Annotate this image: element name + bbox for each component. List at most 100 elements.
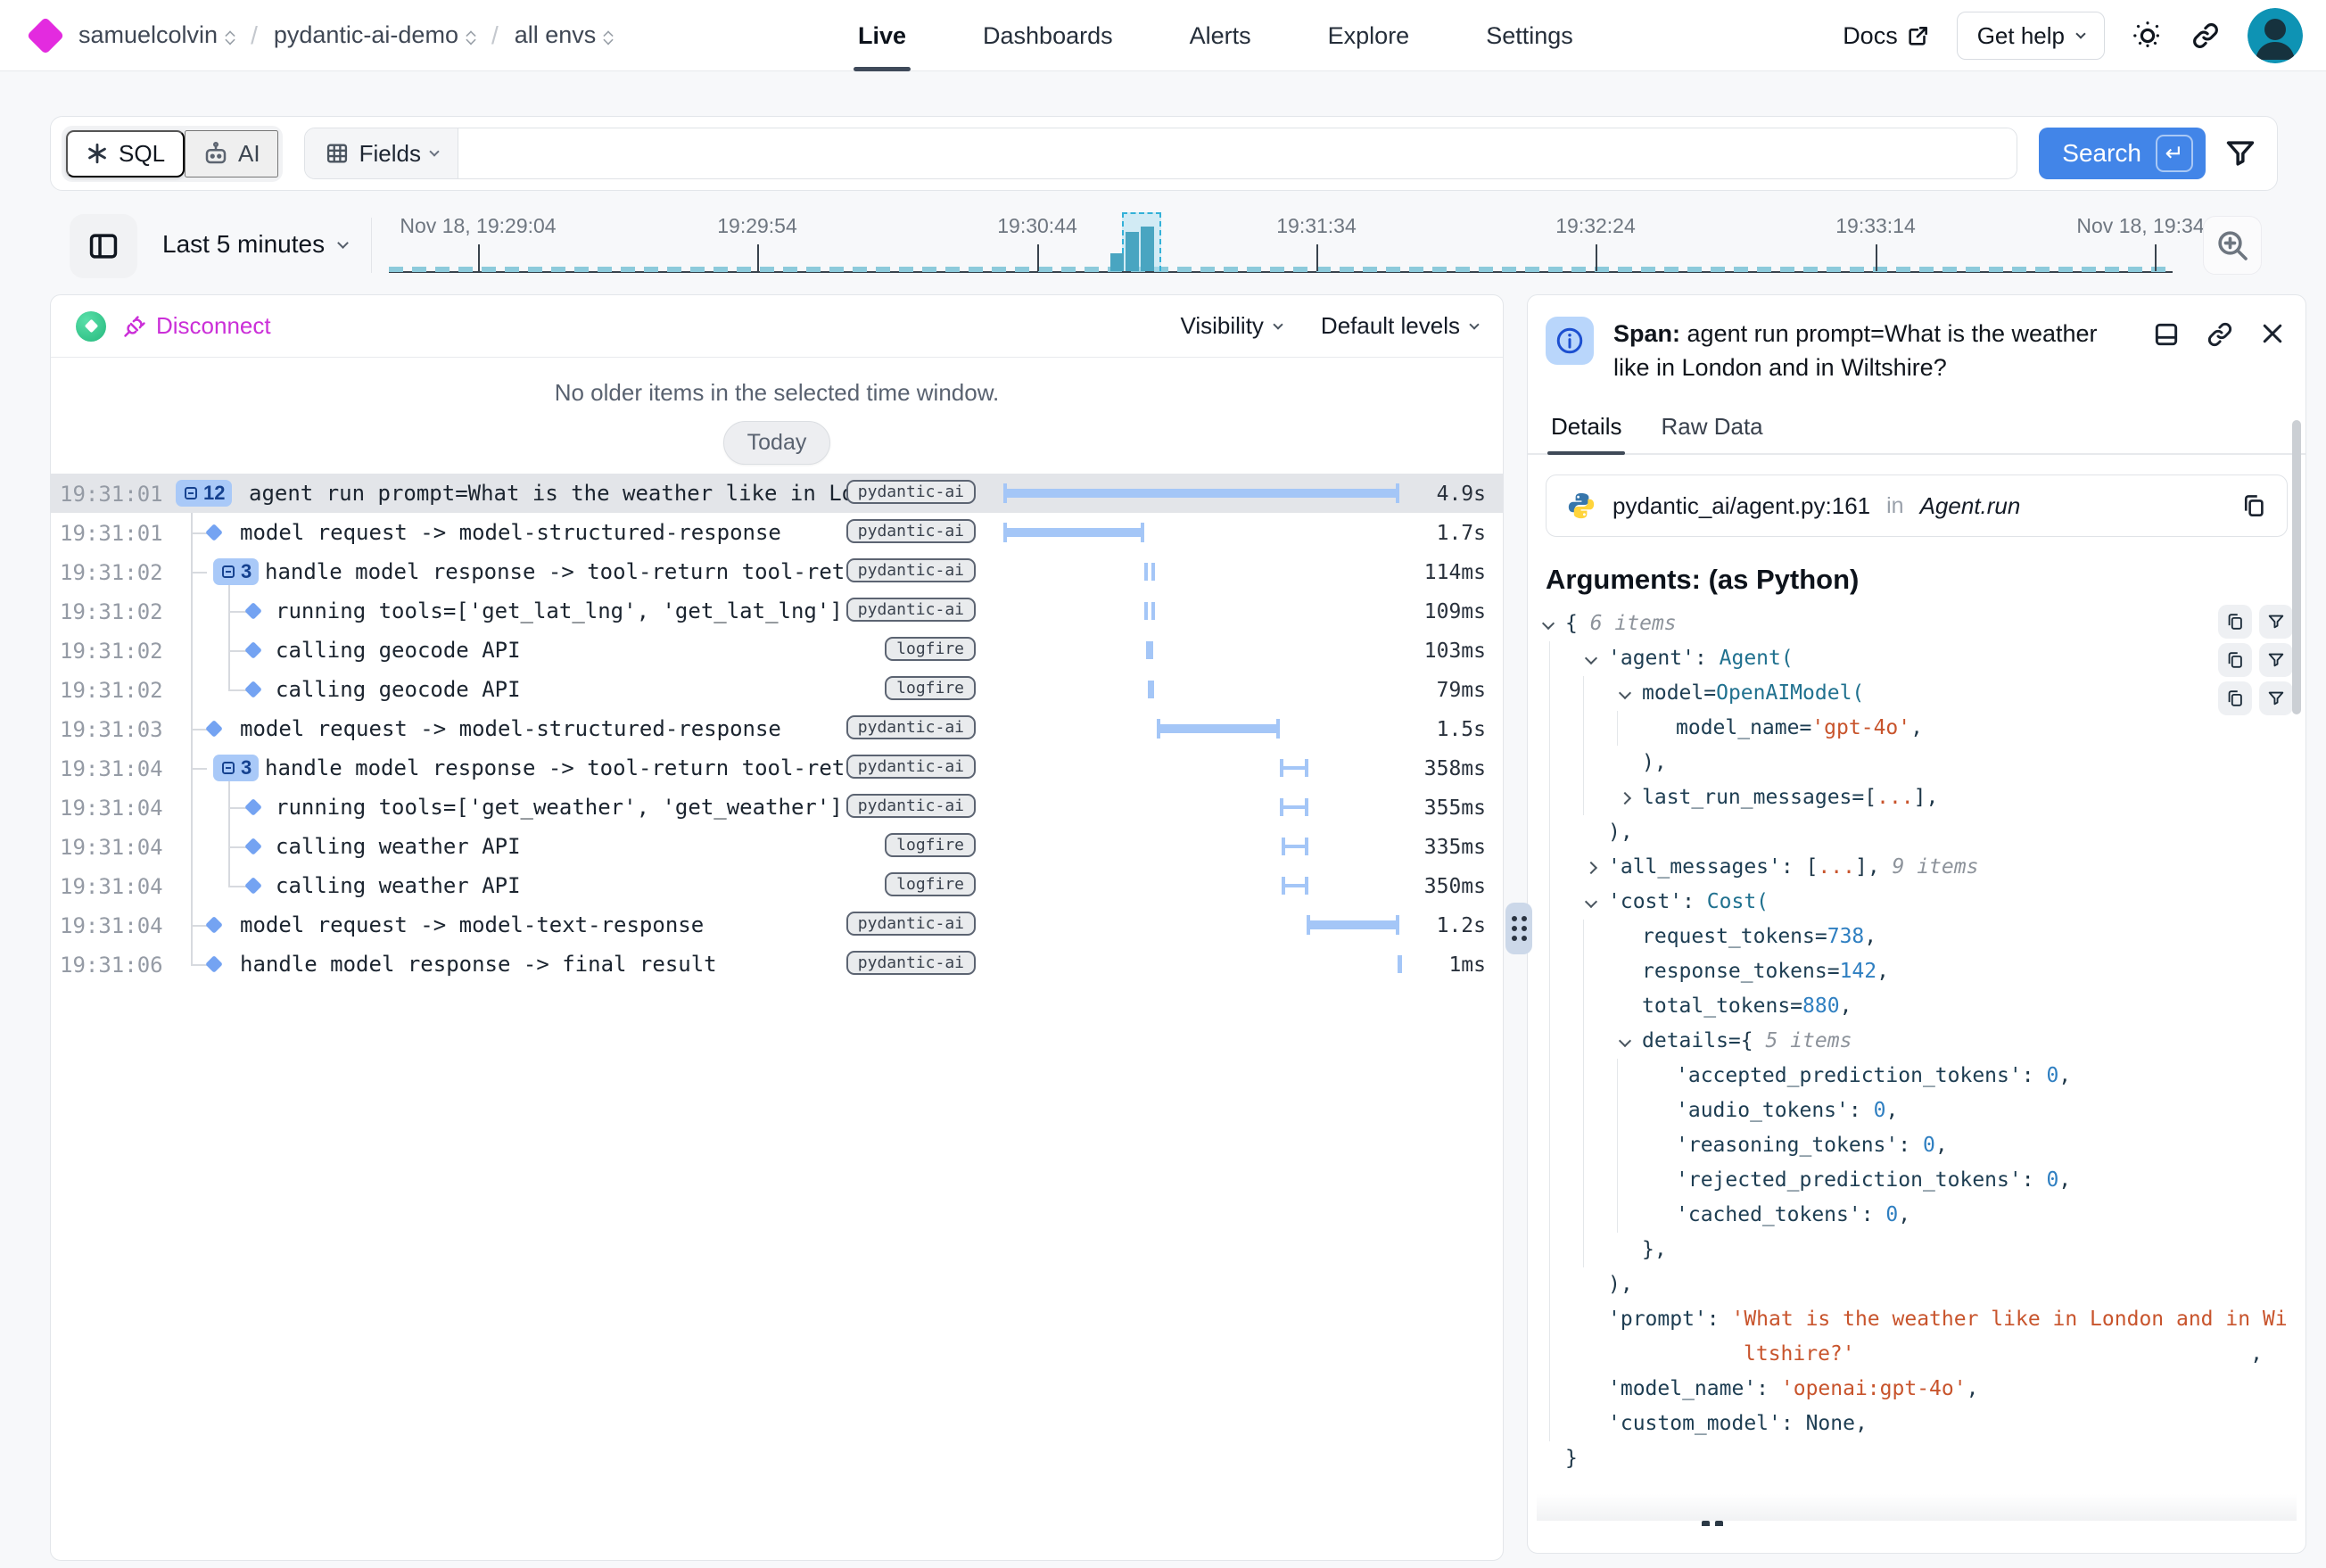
panel-resize-handle[interactable] bbox=[1505, 903, 1532, 954]
trace-row[interactable]: 19:31:02running tools=['get_lat_lng', 'g… bbox=[51, 591, 1503, 631]
scope-tag: logfire bbox=[885, 637, 976, 661]
span-label: calling weather API bbox=[276, 834, 879, 859]
filter-button[interactable] bbox=[2223, 136, 2257, 170]
tree-elbow bbox=[228, 886, 246, 887]
query-field-group: Fields bbox=[304, 128, 2018, 179]
sql-mode-button[interactable]: SQL bbox=[66, 130, 185, 177]
histogram-bar[interactable] bbox=[1141, 227, 1154, 271]
tab-live[interactable]: Live bbox=[858, 0, 906, 71]
close-icon bbox=[2259, 320, 2286, 347]
code-line: 'cached_tokens': 0, bbox=[1540, 1198, 2293, 1233]
scope-tag: pydantic-ai bbox=[846, 755, 976, 779]
tab-explore[interactable]: Explore bbox=[1328, 0, 1410, 71]
row-duration: 350ms bbox=[1424, 875, 1486, 898]
row-duration: 114ms bbox=[1424, 561, 1486, 584]
timeline-tick-mark bbox=[1876, 244, 1877, 271]
timeline: Last 5 minutes Nov 18, 19:29:0419:29:541… bbox=[50, 209, 2278, 285]
logfire-logo[interactable] bbox=[27, 16, 64, 54]
disconnect-label: Disconnect bbox=[156, 312, 271, 340]
trace-row[interactable]: 19:31:04calling weather APIlogfire350ms bbox=[51, 866, 1503, 905]
timeline-tick-label: 19:31:34 bbox=[1276, 214, 1357, 238]
breadcrumb-org-label: samuelcolvin bbox=[78, 21, 218, 49]
trace-row[interactable]: 19:31:03model request -> model-structure… bbox=[51, 709, 1503, 748]
search-query-input[interactable] bbox=[458, 128, 2017, 178]
copy-link-button[interactable] bbox=[2206, 320, 2234, 349]
panel-scrollbar[interactable] bbox=[2292, 420, 2301, 714]
share-link-button[interactable] bbox=[2190, 21, 2221, 51]
timeline-plot[interactable]: Nov 18, 19:29:0419:29:5419:30:4419:31:34… bbox=[389, 209, 2173, 285]
user-avatar[interactable] bbox=[2248, 8, 2303, 63]
row-timestamp: 19:31:02 bbox=[60, 560, 163, 585]
trace-row[interactable]: 19:31:0112agent run prompt=What is the w… bbox=[51, 474, 1503, 513]
get-help-label: Get help bbox=[1977, 22, 2065, 50]
top-bar: samuelcolvin / pydantic-ai-demo / all en… bbox=[0, 0, 2326, 71]
trace-row[interactable]: 19:31:043handle model response -> tool-r… bbox=[51, 748, 1503, 788]
zoom-in-button[interactable] bbox=[2203, 216, 2262, 275]
duration-bar bbox=[1146, 641, 1153, 659]
default-levels-dropdown[interactable]: Default levels bbox=[1321, 312, 1478, 340]
code-line: 'audio_tokens': 0, bbox=[1540, 1093, 2293, 1128]
trace-row[interactable]: 19:31:06handle model response -> final r… bbox=[51, 945, 1503, 984]
tab-raw-data[interactable]: Raw Data bbox=[1661, 413, 1762, 453]
span-diamond-icon bbox=[244, 681, 262, 698]
span-diamond-icon bbox=[205, 955, 223, 973]
row-duration: 335ms bbox=[1424, 836, 1486, 859]
expand-caret-icon[interactable] bbox=[1617, 780, 1642, 815]
get-help-button[interactable]: Get help bbox=[1957, 12, 2105, 60]
tab-dashboards[interactable]: Dashboards bbox=[983, 0, 1113, 71]
visibility-dropdown[interactable]: Visibility bbox=[1180, 312, 1281, 340]
span-title: Span: agent run prompt=What is the weath… bbox=[1613, 317, 2122, 384]
row-duration: 355ms bbox=[1424, 796, 1486, 820]
ai-mode-button[interactable]: AI bbox=[185, 130, 278, 177]
trace-row[interactable]: 19:31:04model request -> model-text-resp… bbox=[51, 905, 1503, 945]
trace-row[interactable]: 19:31:02calling geocode APIlogfire79ms bbox=[51, 670, 1503, 709]
sidebar-toggle-button[interactable] bbox=[70, 214, 137, 278]
breadcrumb-project-label: pydantic-ai-demo bbox=[274, 21, 458, 49]
timeline-tick-mark bbox=[1596, 244, 1597, 271]
trace-row[interactable]: 19:31:01model request -> model-structure… bbox=[51, 513, 1503, 552]
row-duration: 1.5s bbox=[1437, 718, 1486, 741]
duration-bar bbox=[1003, 528, 1144, 537]
trace-row[interactable]: 19:31:023handle model response -> tool-r… bbox=[51, 552, 1503, 591]
collapse-badge[interactable]: 12 bbox=[176, 480, 232, 507]
scope-tag: pydantic-ai bbox=[846, 794, 976, 818]
docs-link[interactable]: Docs bbox=[1843, 22, 1930, 50]
disconnect-button[interactable]: Disconnect bbox=[122, 312, 271, 340]
time-range-selector[interactable]: Last 5 minutes bbox=[162, 230, 347, 259]
duration-bar bbox=[1398, 955, 1402, 973]
empty-window-message: No older items in the selected time wind… bbox=[51, 379, 1503, 407]
close-panel-button[interactable] bbox=[2259, 320, 2286, 347]
trace-row[interactable]: 19:31:04calling weather APIlogfire335ms bbox=[51, 827, 1503, 866]
histogram-bar[interactable] bbox=[1110, 253, 1124, 271]
breadcrumb-org[interactable]: samuelcolvin bbox=[78, 21, 235, 49]
collapse-caret-icon[interactable] bbox=[1583, 641, 1608, 676]
timeline-dashed-line bbox=[389, 267, 2173, 272]
collapse-caret-icon[interactable] bbox=[1540, 607, 1565, 641]
dock-panel-button[interactable] bbox=[2152, 320, 2181, 349]
source-in-word: in bbox=[1886, 493, 1903, 519]
sort-chevrons-icon bbox=[227, 28, 234, 44]
trace-row[interactable]: 19:31:04running tools=['get_weather', 'g… bbox=[51, 788, 1503, 827]
fields-dropdown-button[interactable]: Fields bbox=[305, 128, 458, 178]
span-label: model request -> model-text-response bbox=[240, 912, 879, 937]
collapse-caret-icon[interactable] bbox=[1583, 885, 1608, 920]
search-button[interactable]: Search ↵ bbox=[2039, 128, 2206, 179]
histogram-bar[interactable] bbox=[1126, 232, 1139, 271]
breadcrumb-env[interactable]: all envs bbox=[515, 21, 614, 49]
expand-caret-icon[interactable] bbox=[1583, 850, 1608, 885]
collapse-caret-icon[interactable] bbox=[1617, 1024, 1642, 1059]
fields-label: Fields bbox=[359, 140, 421, 168]
theme-toggle-button[interactable] bbox=[2132, 20, 2164, 52]
tab-alerts[interactable]: Alerts bbox=[1190, 0, 1251, 71]
copy-source-button[interactable] bbox=[2240, 492, 2267, 519]
today-button[interactable]: Today bbox=[723, 421, 831, 465]
collapse-badge[interactable]: 3 bbox=[213, 558, 259, 585]
breadcrumb-project[interactable]: pydantic-ai-demo bbox=[274, 21, 475, 49]
unplug-icon bbox=[122, 314, 147, 339]
trace-row[interactable]: 19:31:02calling geocode APIlogfire103ms bbox=[51, 631, 1503, 670]
tab-details[interactable]: Details bbox=[1551, 413, 1621, 453]
tab-settings[interactable]: Settings bbox=[1486, 0, 1573, 71]
source-location-card[interactable]: pydantic_ai/agent.py:161 in Agent.run bbox=[1546, 475, 2288, 537]
collapse-badge[interactable]: 3 bbox=[213, 755, 259, 781]
collapse-caret-icon[interactable] bbox=[1617, 676, 1642, 711]
